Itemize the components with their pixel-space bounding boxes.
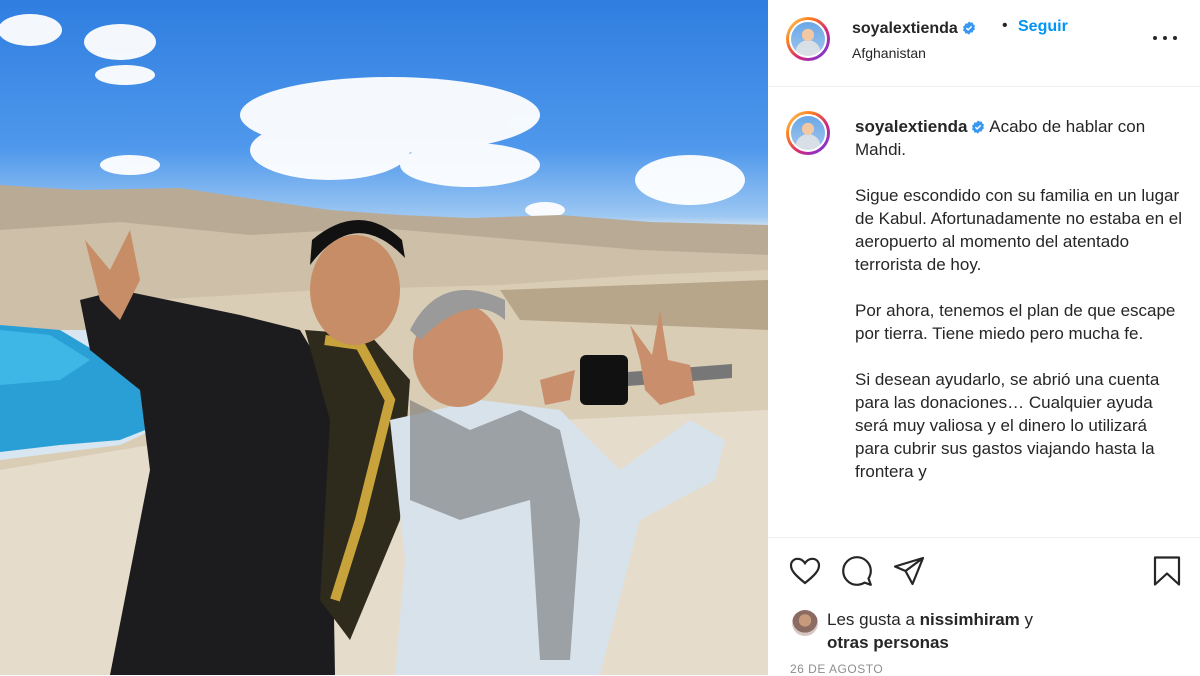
- comment-icon[interactable]: [840, 554, 874, 588]
- post-actions: Les gusta a nissimhiram y otras personas …: [768, 537, 1200, 676]
- liker-avatar[interactable]: [792, 610, 818, 636]
- post-location[interactable]: Afghanistan: [852, 45, 926, 61]
- author-username: soyalextienda: [852, 20, 958, 37]
- post-header: soyalextienda • Seguir Afghanistan: [768, 0, 1200, 87]
- photo-illustration: [0, 14, 768, 675]
- post-photo[interactable]: [0, 0, 768, 675]
- caption-paragraph: Si desean ayudarlo, se abrió una cuenta …: [855, 370, 1160, 481]
- author-avatar[interactable]: [786, 17, 830, 61]
- caption-paragraph: Sigue escondido con su familia en un lug…: [855, 186, 1183, 274]
- likes-connector: y: [1019, 610, 1034, 629]
- caption-area: soyalextienda Acabo de hablar con Mahdi.…: [768, 87, 1200, 537]
- share-icon[interactable]: [892, 554, 926, 588]
- caption-avatar[interactable]: [786, 111, 830, 155]
- caption-avatar-image: [789, 114, 827, 152]
- likes-prefix: Les gusta a: [827, 610, 920, 629]
- verified-badge-icon: [972, 120, 985, 134]
- likes-user[interactable]: nissimhiram: [920, 610, 1020, 629]
- post-panel: soyalextienda • Seguir Afghanistan soyal…: [768, 0, 1200, 676]
- caption-text: soyalextienda Acabo de hablar con Mahdi.…: [855, 115, 1185, 506]
- follow-button[interactable]: Seguir: [1018, 18, 1068, 36]
- caption-paragraph: Por ahora, tenemos el plan de que escape…: [855, 301, 1176, 343]
- bookmark-icon[interactable]: [1150, 554, 1184, 588]
- verified-badge-icon: [962, 21, 975, 35]
- more-options-icon[interactable]: [1152, 28, 1178, 48]
- caption-paragraph: soyalextienda Acabo de hablar con Mahdi.: [855, 115, 1185, 161]
- likes-others[interactable]: otras personas: [827, 633, 949, 652]
- author-username-link[interactable]: soyalextienda: [852, 20, 976, 38]
- heart-icon[interactable]: [788, 554, 822, 588]
- post-date[interactable]: 26 DE AGOSTO: [790, 662, 883, 676]
- header-separator: •: [1002, 17, 1008, 34]
- likes-text[interactable]: Les gusta a nissimhiram y otras personas: [827, 608, 1157, 654]
- author-avatar-image: [789, 20, 827, 58]
- caption-username[interactable]: soyalextienda: [855, 117, 967, 136]
